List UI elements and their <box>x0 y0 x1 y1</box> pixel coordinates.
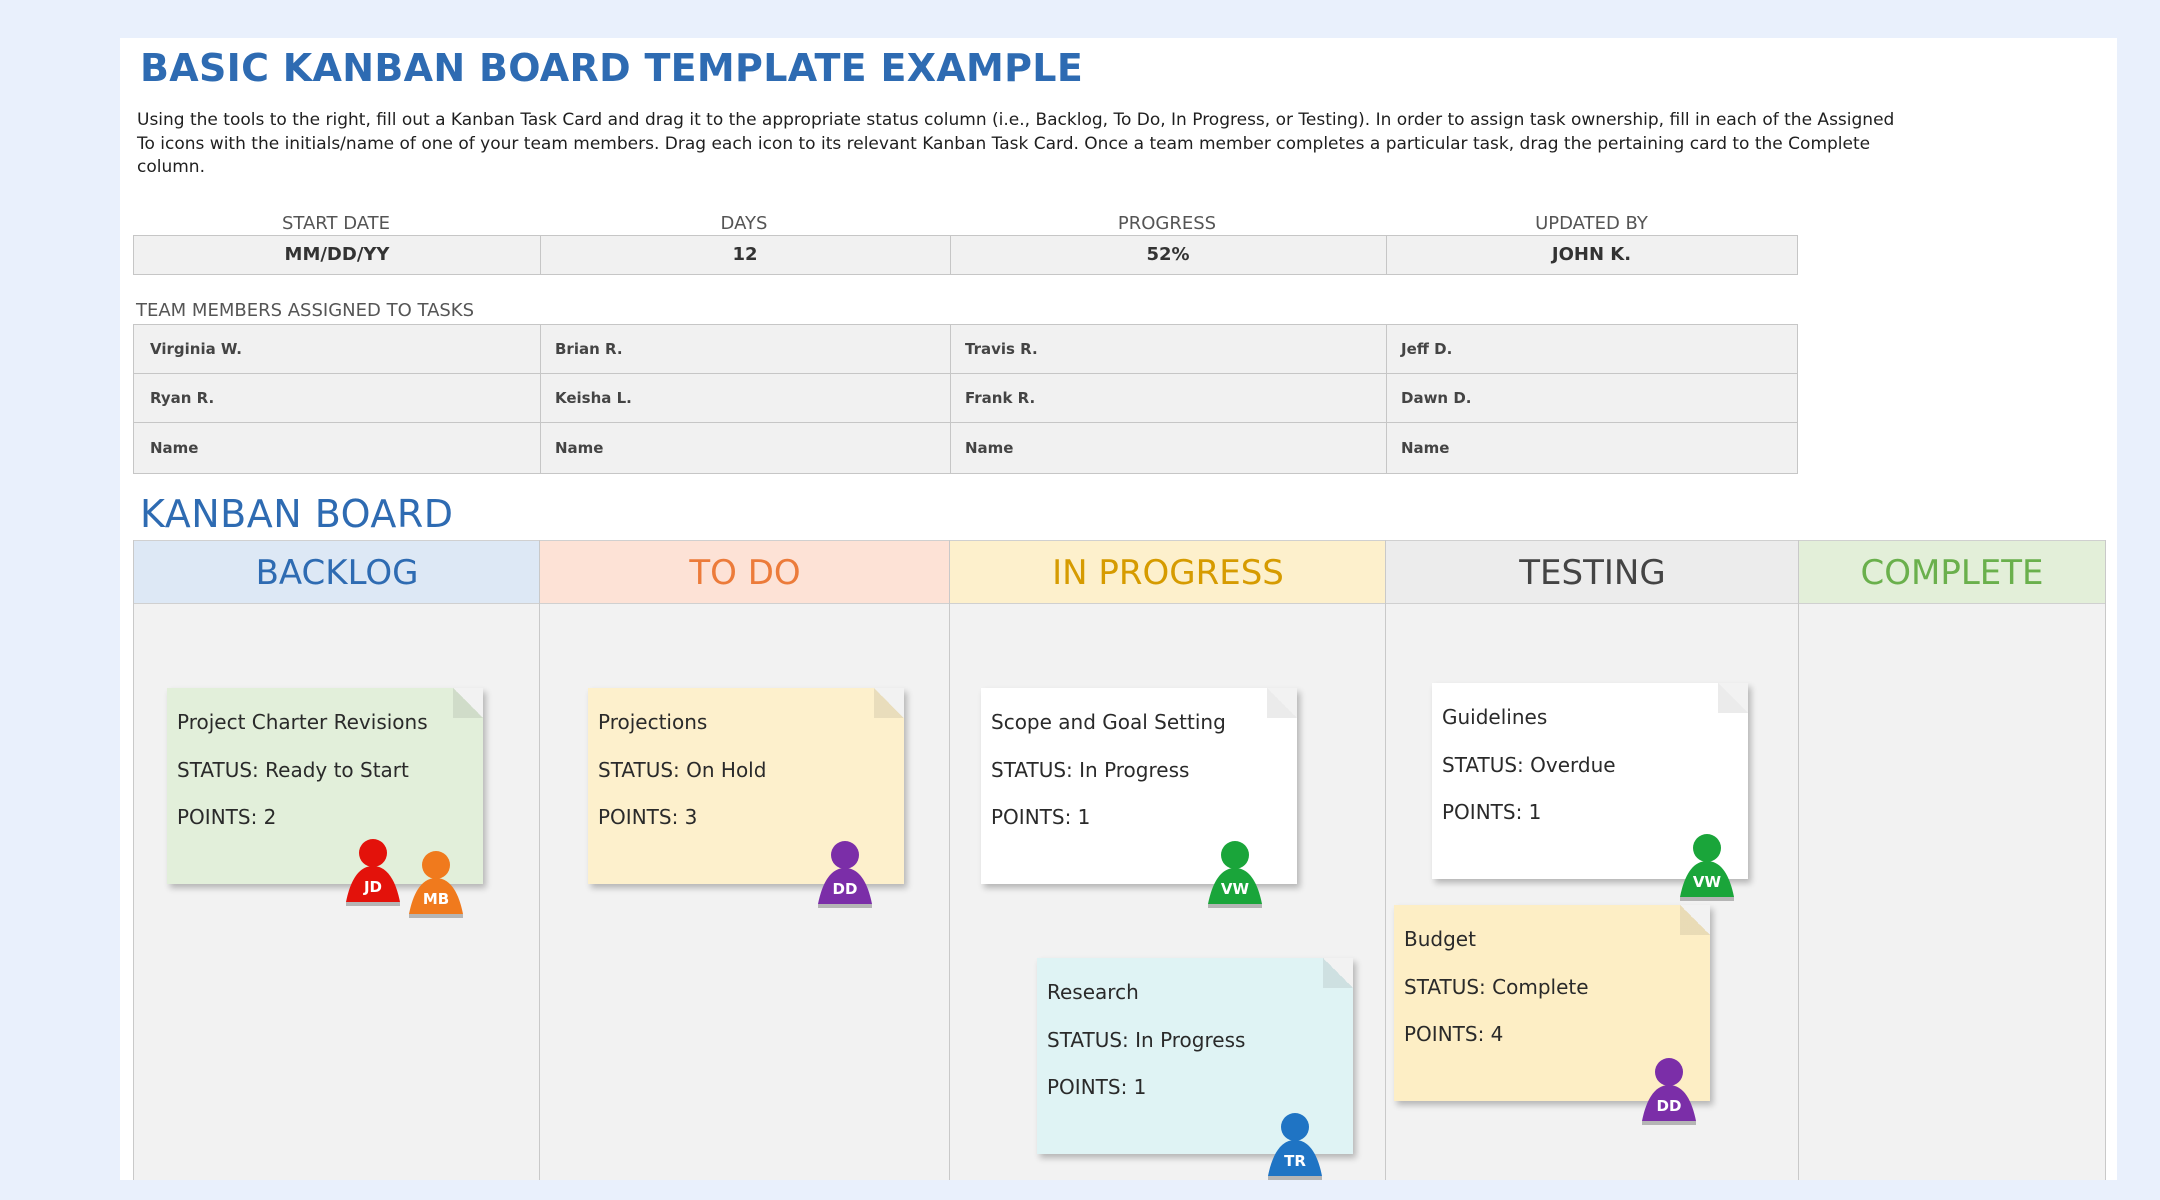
progress-value[interactable]: 52% <box>950 236 1386 274</box>
assignee-pawn-icon[interactable]: VW <box>1676 831 1738 901</box>
team-member-cell[interactable]: Name <box>150 439 198 457</box>
team-member-cell[interactable]: Keisha L. <box>555 389 632 407</box>
card-points: POINTS: 4 <box>1404 1022 1504 1046</box>
column-header-in-progress: IN PROGRESS <box>950 540 1386 604</box>
card-points: POINTS: 3 <box>598 805 698 829</box>
card-title: Project Charter Revisions <box>177 710 428 734</box>
card-points: POINTS: 2 <box>177 805 277 829</box>
column-header-testing: TESTING <box>1386 540 1799 604</box>
team-member-cell[interactable]: Ryan R. <box>150 389 214 407</box>
assignee-initials: TR <box>1284 1152 1306 1170</box>
card-title: Research <box>1047 980 1139 1004</box>
assignee-pawn-icon[interactable]: JD <box>342 836 404 906</box>
assignee-initials: DD <box>832 880 858 898</box>
days-label: DAYS <box>720 213 768 234</box>
team-members-label: TEAM MEMBERS ASSIGNED TO TASKS <box>136 300 475 321</box>
card-title: Guidelines <box>1442 705 1548 729</box>
team-member-cell[interactable]: Name <box>555 439 603 457</box>
card-status: STATUS: On Hold <box>598 758 767 782</box>
assignee-initials: MB <box>422 890 450 908</box>
days-value[interactable]: 12 <box>540 236 950 274</box>
card-title: Budget <box>1404 927 1476 951</box>
card-title: Projections <box>598 710 708 734</box>
card-status: STATUS: Complete <box>1404 975 1589 999</box>
team-member-cell[interactable]: Frank R. <box>965 389 1035 407</box>
summary-row: MM/DD/YY 12 52% JOHN K. <box>133 235 1798 275</box>
team-member-cell[interactable]: Dawn D. <box>1401 389 1471 407</box>
assignee-pawn-icon[interactable]: TR <box>1264 1110 1326 1180</box>
card-status: STATUS: In Progress <box>1047 1028 1246 1052</box>
card-status: STATUS: In Progress <box>991 758 1190 782</box>
progress-label: PROGRESS <box>1117 213 1217 234</box>
column-complete[interactable]: COMPLETE <box>1798 540 2106 1180</box>
instructions-text: Using the tools to the right, fill out a… <box>137 110 1895 177</box>
card-status: STATUS: Overdue <box>1442 753 1616 777</box>
assignee-initials: VW <box>1692 873 1722 891</box>
team-member-cell[interactable]: Jeff D. <box>1401 340 1452 358</box>
card-points: POINTS: 1 <box>1442 800 1542 824</box>
column-header-backlog: BACKLOG <box>134 540 540 604</box>
kanban-sheet: BASIC KANBAN BOARD TEMPLATE EXAMPLE Usin… <box>120 38 2117 1180</box>
card-points: POINTS: 1 <box>1047 1075 1147 1099</box>
team-members-grid: Virginia W. Brian R. Travis R. Jeff D. R… <box>133 324 1798 474</box>
card-status: STATUS: Ready to Start <box>177 758 409 782</box>
updated-by-value[interactable]: JOHN K. <box>1386 236 1797 274</box>
assignee-initials: VW <box>1220 880 1250 898</box>
assignee-initials: DD <box>1656 1097 1682 1115</box>
assignee-initials: JD <box>363 878 383 896</box>
assignee-pawn-icon[interactable]: MB <box>405 848 467 918</box>
kanban-board-title: KANBAN BOARD <box>140 492 454 536</box>
column-header-complete: COMPLETE <box>1799 540 2105 604</box>
team-member-cell[interactable]: Travis R. <box>965 340 1038 358</box>
assignee-pawn-icon[interactable]: VW <box>1204 838 1266 908</box>
column-header-to-do: TO DO <box>540 540 950 604</box>
assignee-pawn-icon[interactable]: DD <box>1638 1055 1700 1125</box>
summary-headers: START DATE DAYS PROGRESS UPDATED BY <box>133 210 1798 238</box>
team-member-cell[interactable]: Brian R. <box>555 340 623 358</box>
kanban-board: BACKLOG TO DO IN PROGRESS TESTING COMPLE… <box>133 540 2106 1180</box>
start-date-value[interactable]: MM/DD/YY <box>134 236 540 274</box>
start-date-label: START DATE <box>281 213 391 234</box>
team-member-cell[interactable]: Name <box>965 439 1013 457</box>
assignee-pawn-icon[interactable]: DD <box>814 838 876 908</box>
card-title: Scope and Goal Setting <box>991 710 1226 734</box>
updated-by-label: UPDATED BY <box>1535 213 1648 234</box>
card-points: POINTS: 1 <box>991 805 1091 829</box>
column-body-complete[interactable] <box>1799 603 2105 1180</box>
team-member-cell[interactable]: Virginia W. <box>150 340 242 358</box>
page-title: BASIC KANBAN BOARD TEMPLATE EXAMPLE <box>140 46 1084 90</box>
team-member-cell[interactable]: Name <box>1401 439 1449 457</box>
